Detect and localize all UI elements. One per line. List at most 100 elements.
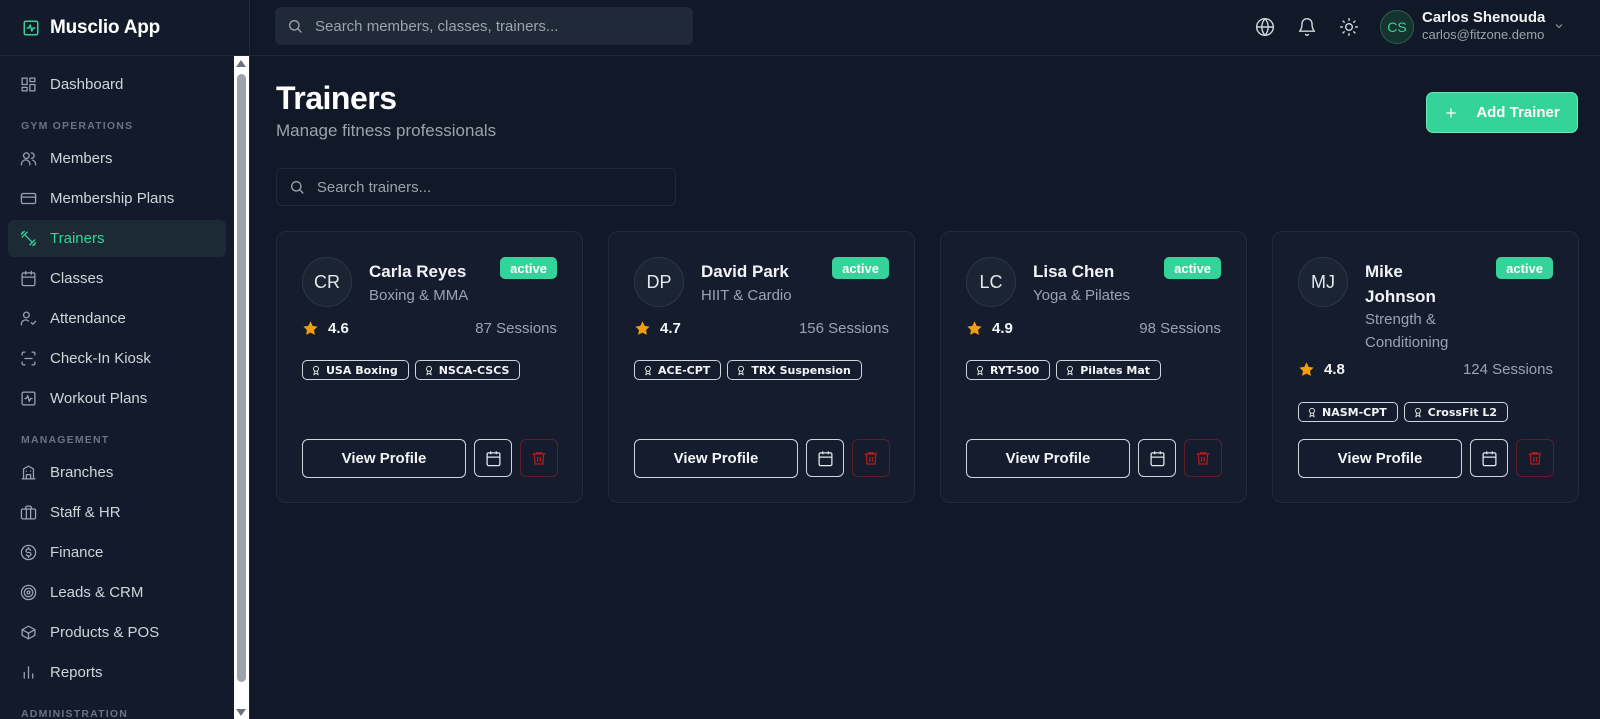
user-name[interactable]: Carlos Shenouda — [1422, 9, 1545, 26]
award-icon — [645, 365, 651, 375]
dumbbell-icon — [20, 230, 37, 247]
rating-row: 4.8 124 Sessions — [1298, 361, 1553, 378]
trainer-name: David Park — [701, 262, 789, 281]
calendar-icon — [817, 450, 833, 466]
sidebar-item-membership-plans[interactable]: Membership Plans — [8, 180, 226, 217]
sidebar-item-finance[interactable]: Finance — [8, 534, 226, 571]
rating-row: 4.9 98 Sessions — [966, 320, 1221, 337]
award-icon — [977, 365, 983, 375]
cert-label: RYT-500 — [990, 363, 1040, 377]
trash-icon — [1528, 452, 1542, 465]
status-badge: active — [1164, 257, 1221, 279]
cert-badge: RYT-500 — [966, 360, 1051, 380]
view-profile-button[interactable]: View Profile — [1298, 439, 1462, 478]
trainer-rating: 4.9 — [992, 320, 1013, 337]
trainer-specialty: HIIT & Cardio — [701, 287, 792, 304]
add-trainer-label: Add Trainer — [1476, 104, 1560, 121]
cert-badge: TRX Suspension — [727, 360, 862, 380]
trainer-rating: 4.7 — [660, 320, 681, 337]
sidebar-item-label: Check-In Kiosk — [50, 350, 151, 367]
bell-icon[interactable] — [1297, 17, 1317, 37]
cert-badge: NASM-CPT — [1298, 402, 1398, 422]
card-icon — [20, 192, 37, 205]
add-trainer-button[interactable]: Add Trainer — [1427, 93, 1577, 132]
sidebar-item-label: Classes — [50, 270, 104, 287]
trash-icon — [532, 452, 546, 465]
trainer-card: MJ Mike Johnson Strength & Conditioning … — [1272, 231, 1579, 503]
trainer-sessions: 87 Sessions — [475, 320, 557, 337]
cert-label: NASM-CPT — [1322, 405, 1387, 419]
sidebar-item-dashboard[interactable]: Dashboard — [8, 66, 226, 103]
scroll-thumb[interactable] — [237, 74, 246, 682]
cert-badge: Pilates Mat — [1056, 360, 1161, 380]
trainer-search-input[interactable] — [316, 178, 675, 196]
view-profile-button[interactable]: View Profile — [966, 439, 1130, 478]
brand[interactable]: Musclio App — [0, 0, 249, 56]
sidebar-item-label: Products & POS — [50, 624, 160, 641]
sidebar-item-label: Members — [50, 150, 113, 167]
view-profile-button[interactable]: View Profile — [634, 439, 798, 478]
delete-button[interactable] — [520, 439, 558, 477]
dashboard-icon — [21, 77, 36, 92]
award-icon — [1067, 365, 1074, 375]
sidebar-item-label: Trainers — [50, 230, 105, 247]
sidebar-item-branches[interactable]: Branches — [8, 454, 226, 491]
certifications: NASM-CPT CrossFit L2 — [1298, 402, 1508, 422]
schedule-button[interactable] — [1138, 439, 1176, 477]
award-icon — [313, 365, 319, 375]
trainer-avatar: LC — [966, 257, 1016, 307]
sidebar-item-attendance[interactable]: Attendance — [8, 300, 226, 337]
trainer-sessions: 124 Sessions — [1462, 361, 1553, 378]
global-search[interactable] — [275, 7, 693, 45]
global-search-input[interactable] — [315, 17, 675, 35]
scroll-up-arrow[interactable] — [236, 60, 246, 67]
sidebar-item-check-in-kiosk[interactable]: Check-In Kiosk — [8, 340, 226, 377]
globe-icon[interactable] — [1255, 17, 1275, 37]
sidebar-item-workout-plans[interactable]: Workout Plans — [8, 380, 226, 417]
scroll-down-arrow[interactable] — [236, 709, 246, 716]
sidebar-item-products-pos[interactable]: Products & POS — [8, 614, 226, 651]
building-icon — [21, 465, 36, 480]
sidebar-item-label: Staff & HR — [50, 504, 121, 521]
trainer-avatar: DP — [634, 257, 684, 307]
sidebar-item-label: Workout Plans — [50, 390, 148, 407]
star-icon — [635, 321, 650, 335]
sidebar-item-trainers[interactable]: Trainers — [8, 220, 226, 257]
app-title: Musclio App — [50, 16, 161, 38]
schedule-button[interactable] — [474, 439, 512, 477]
activity-icon — [21, 391, 36, 406]
user-avatar[interactable]: CS — [1380, 10, 1414, 44]
trainer-sessions: 156 Sessions — [798, 320, 889, 337]
sidebar-item-leads-crm[interactable]: Leads & CRM — [8, 574, 226, 611]
cert-label: ACE-CPT — [658, 363, 711, 377]
schedule-button[interactable] — [1470, 439, 1508, 477]
sidebar-item-classes[interactable]: Classes — [8, 260, 226, 297]
sun-icon[interactable] — [1339, 17, 1359, 37]
schedule-button[interactable] — [806, 439, 844, 477]
page-subtitle: Manage fitness professionals — [276, 121, 497, 140]
sidebar-item-reports[interactable]: Reports — [8, 654, 226, 691]
view-profile-button[interactable]: View Profile — [302, 439, 466, 478]
certifications: USA Boxing NSCA-CSCS — [302, 360, 521, 380]
topbar: CS Carlos Shenouda carlos@fitzone.demo — [250, 0, 1600, 56]
trainer-avatar: MJ — [1298, 257, 1348, 307]
chevron-down-icon[interactable] — [1553, 20, 1565, 32]
sidebar-item-label: Reports — [50, 664, 103, 681]
trainer-search[interactable] — [276, 168, 676, 206]
cert-label: TRX Suspension — [751, 363, 851, 377]
plus-icon — [1446, 107, 1456, 118]
trash-icon — [864, 452, 878, 465]
delete-button[interactable] — [852, 439, 890, 477]
cert-badge: USA Boxing — [302, 360, 409, 380]
cert-badge: CrossFit L2 — [1403, 402, 1508, 422]
delete-button[interactable] — [1516, 439, 1554, 477]
sidebar-item-staff-hr[interactable]: Staff & HR — [8, 494, 226, 531]
user-check-icon — [20, 311, 37, 326]
sidebar-scrollbar[interactable] — [234, 56, 249, 719]
delete-button[interactable] — [1184, 439, 1222, 477]
trainer-card: CR Carla Reyes Boxing & MMA active 4.6 8… — [276, 231, 583, 503]
sidebar-item-members[interactable]: Members — [8, 140, 226, 177]
sidebar-item-label: Dashboard — [50, 76, 124, 93]
scan-icon — [21, 351, 36, 366]
certifications: RYT-500 Pilates Mat — [966, 360, 1161, 380]
